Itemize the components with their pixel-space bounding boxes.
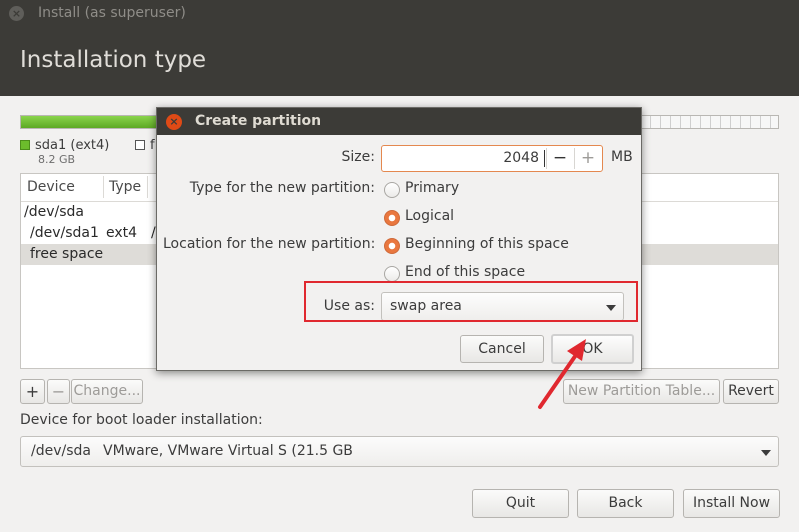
annotation-arrow-icon <box>538 339 586 409</box>
